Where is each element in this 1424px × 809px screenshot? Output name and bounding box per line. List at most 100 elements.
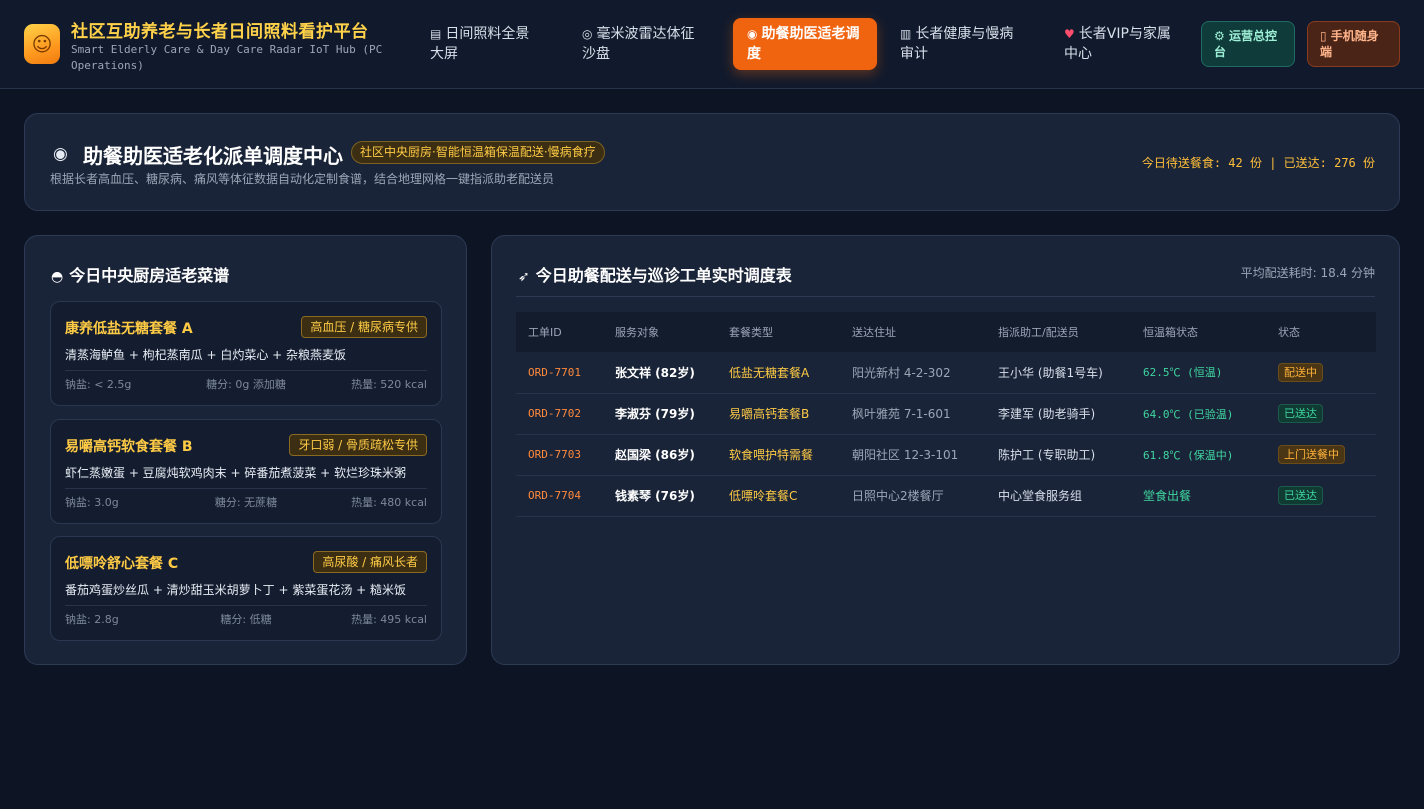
status-cell: 已送达 — [1266, 475, 1376, 517]
orders-panel-title: ➶ 今日助餐配送与巡诊工单实时调度表 — [518, 262, 792, 286]
page-description: 根据长者高血压、糖尿病、痛风等体征数据自动化定制食谱，结合地理网格一键指派助老配… — [50, 172, 555, 186]
order-id[interactable]: ORD-7702 — [516, 393, 603, 435]
service-recipient: 赵国梁 (86岁) — [603, 434, 717, 476]
service-recipient: 李淑芬 (79岁) — [603, 393, 717, 435]
meal-dishes: 虾仁蒸嫩蛋 + 豆腐炖软鸡肉末 + 碎番茄煮菠菜 + 软烂珍珠米粥 — [65, 466, 407, 480]
nav-day-care-dashboard[interactable]: ▤ 日间照料全景大屏 — [416, 18, 546, 70]
meal-card[interactable]: 易嚼高钙软食套餐 B 牙口弱 / 骨质疏松专供 虾仁蒸嫩蛋 + 豆腐炖软鸡肉末 … — [50, 419, 442, 524]
assigned-staff: 李建军 (助老骑手) — [986, 393, 1131, 435]
divider — [65, 488, 427, 489]
assigned-staff: 陈护工 (专职助工) — [986, 434, 1131, 476]
meal-kcal: 热量: 520 kcal — [351, 378, 427, 391]
meal-kcal: 热量: 480 kcal — [351, 496, 427, 509]
delivery-address: 阳光新村 4-2-302 — [840, 352, 986, 394]
delivery-address: 枫叶雅苑 7-1-601 — [840, 393, 986, 435]
meal-card[interactable]: 康养低盐无糖套餐 A 高血压 / 糖尿病专供 清蒸海鲈鱼 + 枸杞蒸南瓜 + 白… — [50, 301, 442, 406]
dispatch-center-banner: ◉ 助餐助医适老化派单调度中心 社区中央厨房·智能恒温箱保温配送·慢病食疗 根据… — [24, 113, 1400, 211]
app-subtitle: Smart Elderly Care & Day Care Radar IoT … — [71, 43, 383, 72]
thermal-box-status: 64.0℃ (已验温) — [1131, 393, 1266, 435]
assigned-staff: 中心堂食服务组 — [986, 475, 1131, 517]
radar-icon: ◎ — [582, 27, 593, 41]
salad-bowl-icon: ◓ — [51, 269, 64, 285]
meal-card[interactable]: 低嘌呤舒心套餐 C 高尿酸 / 痛风长者 番茄鸡蛋炒丝瓜 + 清炒甜玉米胡萝卜丁… — [50, 536, 442, 641]
status-badge: 已送达 — [1278, 404, 1323, 423]
thermal-box-status: 61.8℃ (保温中) — [1131, 434, 1266, 476]
meal-icon: ◉ — [747, 27, 758, 41]
nav-label: 助餐助医适老调度 — [747, 26, 860, 62]
meal-diet-badge: 高尿酸 / 痛风长者 — [313, 551, 427, 573]
meal-package: 低嘌呤套餐C — [717, 475, 840, 517]
nav-label: 长者VIP与家属中心 — [1064, 26, 1171, 62]
table-header-row: 工单ID 服务对象 套餐类型 送达住址 指派助工/配送员 恒温箱状态 状态 — [516, 312, 1376, 352]
meal-diet-badge: 高血压 / 糖尿病专供 — [301, 316, 427, 338]
divider — [65, 605, 427, 606]
column-header[interactable]: 服务对象 — [603, 312, 717, 352]
orders-title-text: 今日助餐配送与巡诊工单实时调度表 — [535, 266, 792, 285]
menu-title-text: 今日中央厨房适老菜谱 — [69, 266, 230, 285]
nav-meal-dispatch[interactable]: ◉ 助餐助医适老调度 — [733, 18, 877, 70]
column-header[interactable]: 指派助工/配送员 — [986, 312, 1131, 352]
column-header[interactable]: 工单ID — [516, 312, 603, 352]
assigned-staff: 王小华 (助餐1号车) — [986, 352, 1131, 394]
meal-dishes: 番茄鸡蛋炒丝瓜 + 清炒甜玉米胡萝卜丁 + 紫菜蛋花汤 + 糙米饭 — [65, 583, 407, 597]
meal-name: 康养低盐无糖套餐 A — [65, 321, 193, 337]
column-header[interactable]: 套餐类型 — [717, 312, 840, 352]
meal-kcal: 热量: 495 kcal — [351, 613, 427, 626]
delivery-stats: 今日待送餐食: 42 份 | 已送达: 276 份 — [1141, 156, 1375, 170]
nav-label: 毫米波雷达体征沙盘 — [582, 26, 695, 62]
table-row[interactable]: ORD-7702 李淑芬 (79岁) 易嚼高钙套餐B 枫叶雅苑 7-1-601 … — [516, 393, 1376, 435]
delivery-address: 日照中心2楼餐厅 — [840, 475, 986, 517]
service-recipient: 钱素琴 (76岁) — [603, 475, 717, 517]
gear-icon: ⚙ — [1214, 29, 1229, 43]
mobile-app-button[interactable]: ▯ 手机随身端 — [1307, 21, 1400, 67]
thermal-box-status: 62.5℃ (恒温) — [1131, 352, 1266, 394]
status-badge: 上门送餐中 — [1278, 445, 1345, 464]
nav-label: 日间照料全景大屏 — [430, 26, 530, 62]
chart-icon: ▥ — [900, 27, 912, 41]
phone-icon: ▯ — [1320, 29, 1331, 43]
dashboard-icon: ▤ — [430, 27, 442, 41]
meal-package: 低盐无糖套餐A — [717, 352, 840, 394]
meal-name: 低嘌呤舒心套餐 C — [65, 556, 179, 572]
column-header[interactable]: 状态 — [1266, 312, 1376, 352]
meal-package: 软食喂护特需餐 — [717, 434, 840, 476]
column-header[interactable]: 恒温箱状态 — [1131, 312, 1266, 352]
nav-vip-family-center[interactable]: ♥ 长者VIP与家属中心 — [1050, 18, 1196, 70]
divider — [65, 370, 427, 371]
ops-console-button[interactable]: ⚙ 运营总控台 — [1201, 21, 1295, 67]
meal-package: 易嚼高钙套餐B — [717, 393, 840, 435]
table-row[interactable]: ORD-7703 赵国梁 (86岁) 软食喂护特需餐 朝阳社区 12-3-101… — [516, 434, 1376, 476]
meal-name: 易嚼高钙软食套餐 B — [65, 439, 193, 455]
meal-tray-icon: ◉ — [53, 144, 68, 164]
table-row[interactable]: ORD-7701 张文祥 (82岁) 低盐无糖套餐A 阳光新村 4-2-302 … — [516, 352, 1376, 394]
courier-icon: ➶ — [518, 269, 530, 285]
nav-label: 长者健康与慢病审计 — [900, 26, 1014, 62]
column-header[interactable]: 送达住址 — [840, 312, 986, 352]
dispatch-orders-panel: ➶ 今日助餐配送与巡诊工单实时调度表 平均配送耗时: 18.4 分钟 工单ID 服… — [491, 235, 1400, 665]
order-id[interactable]: ORD-7701 — [516, 352, 603, 394]
divider — [516, 296, 1375, 297]
meal-dishes: 清蒸海鲈鱼 + 枸杞蒸南瓜 + 白灼菜心 + 杂粮燕麦饭 — [65, 348, 347, 362]
average-delivery-time: 平均配送耗时: 18.4 分钟 — [1240, 266, 1375, 280]
order-id[interactable]: ORD-7703 — [516, 434, 603, 476]
elder-menu-panel: ◓ 今日中央厨房适老菜谱 康养低盐无糖套餐 A 高血压 / 糖尿病专供 清蒸海鲈鱼… — [24, 235, 467, 665]
status-badge: 配送中 — [1278, 362, 1323, 382]
dispatch-table: 工单ID 服务对象 套餐类型 送达住址 指派助工/配送员 恒温箱状态 状态 OR… — [516, 312, 1376, 517]
status-badge: 已送达 — [1278, 486, 1323, 505]
top-navigation-bar: ☺ 社区互助养老与长者日间照料看护平台 Smart Elderly Care &… — [0, 0, 1424, 89]
heart-icon: ♥ — [1064, 27, 1075, 41]
thermal-box-status: 堂食出餐 — [1131, 475, 1266, 517]
app-title: 社区互助养老与长者日间照料看护平台 — [71, 22, 369, 42]
meal-diet-badge: 牙口弱 / 骨质疏松专供 — [289, 434, 427, 456]
status-cell: 上门送餐中 — [1266, 434, 1376, 476]
elder-avatar-icon: ☺ — [24, 24, 60, 64]
order-id[interactable]: ORD-7704 — [516, 475, 603, 517]
delivery-address: 朝阳社区 12-3-101 — [840, 434, 986, 476]
menu-panel-title: ◓ 今日中央厨房适老菜谱 — [51, 262, 229, 286]
service-tag: 社区中央厨房·智能恒温箱保温配送·慢病食疗 — [351, 141, 605, 164]
nav-radar-sandbox[interactable]: ◎ 毫米波雷达体征沙盘 — [568, 18, 714, 70]
page-title: 助餐助医适老化派单调度中心 — [83, 144, 343, 168]
nav-health-audit[interactable]: ▥ 长者健康与慢病审计 — [886, 18, 1034, 70]
service-recipient: 张文祥 (82岁) — [603, 352, 717, 394]
table-row[interactable]: ORD-7704 钱素琴 (76岁) 低嘌呤套餐C 日照中心2楼餐厅 中心堂食服… — [516, 475, 1376, 517]
